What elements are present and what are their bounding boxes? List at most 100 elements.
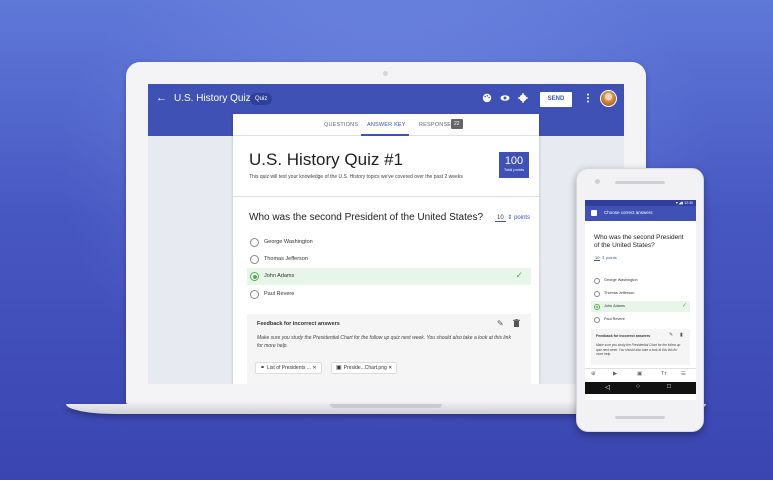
- option-row[interactable]: George Washington: [247, 234, 531, 251]
- gear-icon[interactable]: [518, 93, 528, 106]
- radio-button-selected[interactable]: [594, 303, 600, 310]
- tab-answer-key[interactable]: ANSWER KEY: [367, 122, 406, 128]
- edit-pencil-icon[interactable]: ✎: [497, 319, 504, 328]
- option-row[interactable]: Thomas Jefferson: [247, 251, 531, 268]
- add-circle-icon[interactable]: ⊕: [591, 371, 596, 377]
- tab-bar: QUESTIONS ANSWER KEY RESPONSES 22: [233, 114, 539, 136]
- radio-button[interactable]: [594, 277, 600, 284]
- app-bar: ← U.S. History Quiz #1 Quiz SEND: [148, 84, 624, 114]
- phone-option-row[interactable]: Paul Revere: [591, 314, 690, 325]
- more-vert-icon[interactable]: [586, 93, 590, 106]
- option-label: John Adams: [604, 304, 625, 308]
- question-text[interactable]: Who was the second President of the Unit…: [249, 212, 483, 223]
- back-triangle-icon[interactable]: ◁: [605, 383, 610, 391]
- phone-screen: ▼◢▮ 12:30 Choose correct answers Who was…: [585, 200, 696, 400]
- link-chip[interactable]: ⚭ List of Presidents ... ✕: [255, 362, 322, 374]
- phone-speaker: [615, 181, 665, 184]
- option-label: Thomas Jefferson: [264, 256, 308, 262]
- option-row[interactable]: Paul Revere: [247, 286, 531, 303]
- delete-trash-icon[interactable]: ▮: [680, 332, 683, 338]
- phone-nav-bar: ◁ ○ □: [585, 382, 696, 394]
- check-icon: ✓: [515, 270, 523, 280]
- radio-button-selected[interactable]: [250, 272, 259, 281]
- feedback-text[interactable]: Make sure you study the Presidential Cha…: [257, 334, 517, 350]
- laptop-camera: [383, 71, 388, 76]
- home-circle-icon[interactable]: ○: [636, 383, 640, 390]
- avatar[interactable]: [600, 90, 617, 107]
- phone-camera: [595, 179, 600, 184]
- delete-trash-icon[interactable]: [513, 319, 520, 329]
- signal-icon: ▼◢▮: [675, 201, 684, 205]
- responses-count-badge: 22: [451, 119, 463, 129]
- phone-question-points[interactable]: 10 ⇕ points: [594, 255, 617, 261]
- radio-button[interactable]: [250, 255, 259, 264]
- send-button[interactable]: SEND: [540, 92, 572, 107]
- feedback-panel: Feedback for incorrect answers ✎ Make su…: [247, 314, 531, 384]
- close-icon[interactable]: ✕: [388, 365, 392, 371]
- points-stepper-icon[interactable]: ⇕: [507, 215, 512, 221]
- phone-option-row-correct[interactable]: John Adams ✓: [591, 301, 690, 312]
- chip-label: Preside...Chart.png: [343, 365, 387, 371]
- eye-icon[interactable]: [500, 93, 510, 106]
- quiz-chip: Quiz: [250, 93, 273, 105]
- points-stepper-icon[interactable]: ⇕: [602, 255, 605, 260]
- phone-question-text[interactable]: Who was the second President of the Unit…: [594, 234, 690, 250]
- video-icon[interactable]: ▶: [613, 371, 617, 377]
- points-value-field[interactable]: 10: [495, 215, 506, 222]
- image-chip[interactable]: ▣ Preside...Chart.png ✕: [331, 362, 398, 374]
- total-points-box: 100 Total points: [499, 152, 529, 178]
- active-tab-indicator: [361, 134, 409, 136]
- laptop-screen: ← U.S. History Quiz #1 Quiz SEND QUESTIO…: [148, 84, 624, 384]
- total-points-value: 100: [504, 155, 524, 167]
- phone-app-bar: Choose correct answers: [585, 206, 696, 221]
- back-arrow-icon[interactable]: ←: [156, 92, 167, 104]
- phone-option-row[interactable]: Thomas Jefferson: [591, 288, 690, 299]
- close-icon[interactable]: ✕: [312, 365, 316, 371]
- image-icon: ▣: [336, 365, 342, 371]
- divider: [233, 196, 539, 197]
- phone-feedback-text[interactable]: Make sure you study the Presidential Cha…: [596, 343, 684, 357]
- phone-points-value[interactable]: 10: [594, 255, 601, 261]
- radio-button[interactable]: [594, 290, 600, 297]
- phone-feedback-title: Feedback for incorrect answers: [596, 334, 651, 338]
- checkbox-icon[interactable]: [591, 210, 597, 216]
- option-label: Paul Revere: [264, 291, 295, 297]
- status-time: 12:30: [684, 201, 693, 205]
- quiz-title[interactable]: U.S. History Quiz #1: [249, 150, 403, 170]
- option-label: Thomas Jefferson: [604, 291, 635, 295]
- option-label: Paul Revere: [604, 317, 625, 321]
- option-label: John Adams: [264, 273, 295, 279]
- total-points-label: Total points: [503, 167, 525, 172]
- recents-square-icon[interactable]: □: [667, 383, 671, 390]
- laptop-notch: [330, 404, 442, 408]
- option-row-correct[interactable]: John Adams ✓: [247, 268, 531, 285]
- points-label: points: [514, 215, 531, 221]
- phone-points-label: points: [606, 255, 617, 260]
- radio-button[interactable]: [250, 290, 259, 299]
- phone-bottom-speaker: [615, 416, 665, 419]
- section-icon[interactable]: ☰: [681, 371, 686, 377]
- question-points[interactable]: 10 ⇕ points: [495, 214, 531, 222]
- chip-label: List of Presidents ...: [267, 365, 311, 371]
- image-icon[interactable]: ▣: [637, 371, 642, 377]
- phone: ▼◢▮ 12:30 Choose correct answers Who was…: [576, 168, 704, 432]
- palette-icon[interactable]: [482, 93, 492, 106]
- phone-add-toolbar: ⊕ ▶ ▣ Tт ☰: [585, 368, 696, 380]
- radio-button[interactable]: [594, 316, 600, 323]
- edit-pencil-icon[interactable]: ✎: [669, 332, 673, 338]
- phone-option-row[interactable]: George Washington: [591, 275, 690, 286]
- form-card: QUESTIONS ANSWER KEY RESPONSES 22 U.S. H…: [233, 114, 539, 384]
- tab-responses[interactable]: RESPONSES: [419, 122, 455, 128]
- radio-button[interactable]: [250, 238, 259, 247]
- phone-bar-title: Choose correct answers: [604, 210, 653, 215]
- laptop: ← U.S. History Quiz #1 Quiz SEND QUESTIO…: [126, 62, 646, 404]
- title-text-icon[interactable]: Tт: [661, 371, 667, 377]
- quiz-description[interactable]: This quiz will test your knowledge of th…: [249, 174, 463, 180]
- check-icon: ✓: [681, 303, 687, 309]
- phone-feedback-panel: Feedback for incorrect answers ✎ ▮ Make …: [591, 329, 690, 365]
- option-label: George Washington: [604, 278, 638, 282]
- tab-questions[interactable]: QUESTIONS: [324, 122, 358, 128]
- feedback-title: Feedback for incorrect answers: [257, 321, 340, 327]
- link-icon: ⚭: [260, 365, 266, 371]
- option-label: George Washington: [264, 239, 313, 245]
